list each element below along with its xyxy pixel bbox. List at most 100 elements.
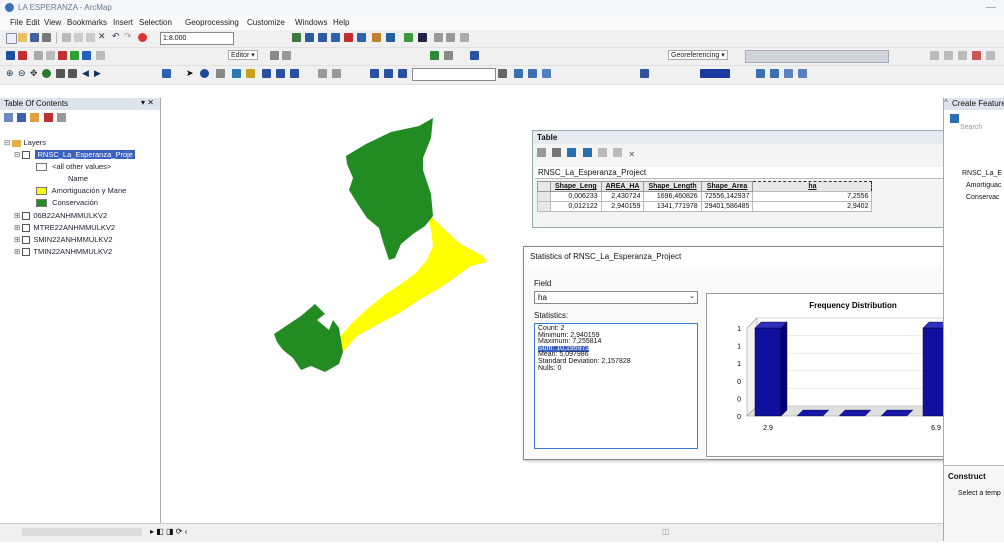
- layer-row-tmin22[interactable]: ⊞ TMIN22ANHMMULKV2: [14, 247, 112, 257]
- template-search[interactable]: Search: [960, 124, 982, 131]
- delete-icon[interactable]: ✕: [98, 31, 107, 41]
- layer-checkbox[interactable]: [22, 212, 31, 221]
- fixed-zoom-in-icon[interactable]: [56, 69, 65, 78]
- menu-edit[interactable]: Edit: [26, 18, 40, 27]
- column-header[interactable]: Shape_Area: [700, 181, 754, 192]
- layout-view-buttons[interactable]: ▸ ◧ ◨ ⟳ ‹: [150, 527, 187, 536]
- open-folder-icon[interactable]: [18, 33, 27, 42]
- layer-checkbox[interactable]: [22, 224, 31, 233]
- conservacion-polygon-north[interactable]: [346, 118, 433, 260]
- field-select[interactable]: ha ⌄: [534, 291, 698, 304]
- split-icon[interactable]: [82, 51, 91, 60]
- find-icon[interactable]: [216, 69, 225, 78]
- identify-icon[interactable]: [404, 33, 413, 42]
- column-header[interactable]: Shape_Leng: [550, 181, 602, 192]
- zoom-out-icon[interactable]: ⊖: [18, 68, 27, 78]
- editor-toolbar-icon[interactable]: [292, 33, 301, 42]
- chevron-down-icon[interactable]: ⌄: [689, 292, 695, 300]
- map-scale-combo[interactable]: 1:8.000: [160, 32, 234, 45]
- select-by-attributes-icon[interactable]: [567, 148, 577, 157]
- table-icon[interactable]: [318, 69, 327, 78]
- main-layer-checkbox[interactable]: [22, 151, 31, 160]
- menu-file[interactable]: File: [10, 18, 23, 27]
- save-icon[interactable]: [30, 33, 39, 42]
- menu-customize[interactable]: Customize: [247, 18, 285, 27]
- layer-name[interactable]: MTRE22ANHMMULKV2: [33, 223, 115, 232]
- globe3-icon[interactable]: [398, 69, 407, 78]
- paste-icon[interactable]: [86, 33, 95, 42]
- catalog-icon[interactable]: [318, 33, 327, 42]
- minimize-button[interactable]: —: [986, 2, 996, 13]
- table-row[interactable]: 0,006233 2,430724 1696,460826 72556,1429…: [537, 191, 873, 202]
- dropdown-icon[interactable]: [498, 69, 507, 78]
- statistics-list[interactable]: Count: 2 Minimum: 2,940159 Maximum: 7,25…: [534, 323, 698, 449]
- organize-templates-icon[interactable]: [950, 114, 959, 123]
- vertex-icon[interactable]: [34, 51, 43, 60]
- table-options-icon[interactable]: [537, 148, 546, 157]
- segment-icon[interactable]: [46, 51, 55, 60]
- conservacion-polygon-south[interactable]: [274, 304, 343, 372]
- panel-pin-icon[interactable]: ^: [944, 98, 948, 107]
- layer-name[interactable]: 06B22ANHMMULKV2: [33, 211, 107, 220]
- straight-segment-icon[interactable]: [270, 51, 279, 60]
- template-item[interactable]: Amortiguac: [966, 182, 1001, 189]
- back-extent-icon[interactable]: ◀: [82, 68, 91, 78]
- endpoint-arc-icon[interactable]: [282, 51, 291, 60]
- menu-view[interactable]: View: [44, 18, 61, 27]
- measure-icon[interactable]: [418, 33, 427, 42]
- print-icon[interactable]: [42, 33, 51, 42]
- shift-raster-icon[interactable]: [944, 51, 953, 60]
- html-popup-icon[interactable]: [262, 69, 271, 78]
- arctoolbox-icon[interactable]: [344, 33, 353, 42]
- switch-selection-icon[interactable]: [582, 148, 592, 157]
- trace-icon[interactable]: [58, 51, 67, 60]
- search-window-icon[interactable]: [331, 33, 340, 42]
- redo-icon[interactable]: ↷: [124, 31, 133, 41]
- list-by-drawing-order-icon[interactable]: [4, 113, 13, 122]
- sketch-properties-icon[interactable]: [470, 51, 479, 60]
- column-header[interactable]: Shape_Length: [643, 181, 702, 192]
- clear-selection-icon[interactable]: [597, 148, 607, 157]
- layer-row-06b22[interactable]: ⊞ 06B22ANHMMULKV2: [14, 211, 107, 221]
- template-item[interactable]: Conservac: [966, 194, 999, 201]
- info-icon[interactable]: [200, 69, 209, 78]
- layer-name[interactable]: TMIN22ANHMMULKV2: [33, 247, 112, 256]
- menu-windows[interactable]: Windows: [295, 18, 327, 27]
- layer-checkbox[interactable]: [22, 236, 31, 245]
- layer-row-mtre22[interactable]: ⊞ MTRE22ANHMMULKV2: [14, 223, 115, 233]
- layer-checkbox[interactable]: [22, 248, 31, 257]
- undo-icon[interactable]: ↶: [112, 31, 121, 41]
- georeferencing-menu[interactable]: Georeferencing ▾: [668, 50, 728, 60]
- layout-icon[interactable]: [434, 33, 443, 42]
- layer-icon[interactable]: [784, 69, 793, 78]
- layer-properties-icon[interactable]: [756, 69, 765, 78]
- swipe-icon[interactable]: [290, 69, 299, 78]
- python-window-icon[interactable]: [357, 33, 366, 42]
- hyperlink-icon[interactable]: [246, 69, 255, 78]
- cut-icon[interactable]: [62, 33, 71, 42]
- sketch-icon[interactable]: [18, 51, 27, 60]
- chart-icon[interactable]: [332, 69, 341, 78]
- horizontal-scrollbar[interactable]: [22, 528, 142, 536]
- toc-options-icon[interactable]: [56, 113, 66, 122]
- raster-icon[interactable]: [542, 69, 551, 78]
- rotate-raster-icon[interactable]: [930, 51, 939, 60]
- report-icon[interactable]: [460, 33, 469, 42]
- georeferencing-layer-combo[interactable]: [745, 50, 889, 63]
- add-data-icon[interactable]: [138, 33, 147, 42]
- add-control-points-icon[interactable]: [972, 51, 981, 60]
- column-header[interactable]: AREA_HA: [600, 181, 645, 192]
- globe2-icon[interactable]: [384, 69, 393, 78]
- main-layer-row[interactable]: ⊟ RNSC_La_Esperanza_Proje: [14, 150, 135, 160]
- copy-icon[interactable]: [74, 33, 83, 42]
- related-tables-icon[interactable]: [552, 148, 562, 157]
- template-layer[interactable]: RNSC_La_E: [962, 170, 1002, 177]
- delete-selected-icon[interactable]: ✕: [628, 150, 635, 159]
- point-icon[interactable]: [70, 51, 79, 60]
- main-layer-name[interactable]: RNSC_La_Esperanza_Proje: [35, 150, 135, 159]
- forward-extent-icon[interactable]: ▶: [94, 68, 103, 78]
- topology-icon[interactable]: [430, 51, 439, 60]
- color-ramp-icon[interactable]: [700, 69, 730, 78]
- layer-combo[interactable]: [412, 68, 496, 81]
- new-document-icon[interactable]: [6, 33, 17, 44]
